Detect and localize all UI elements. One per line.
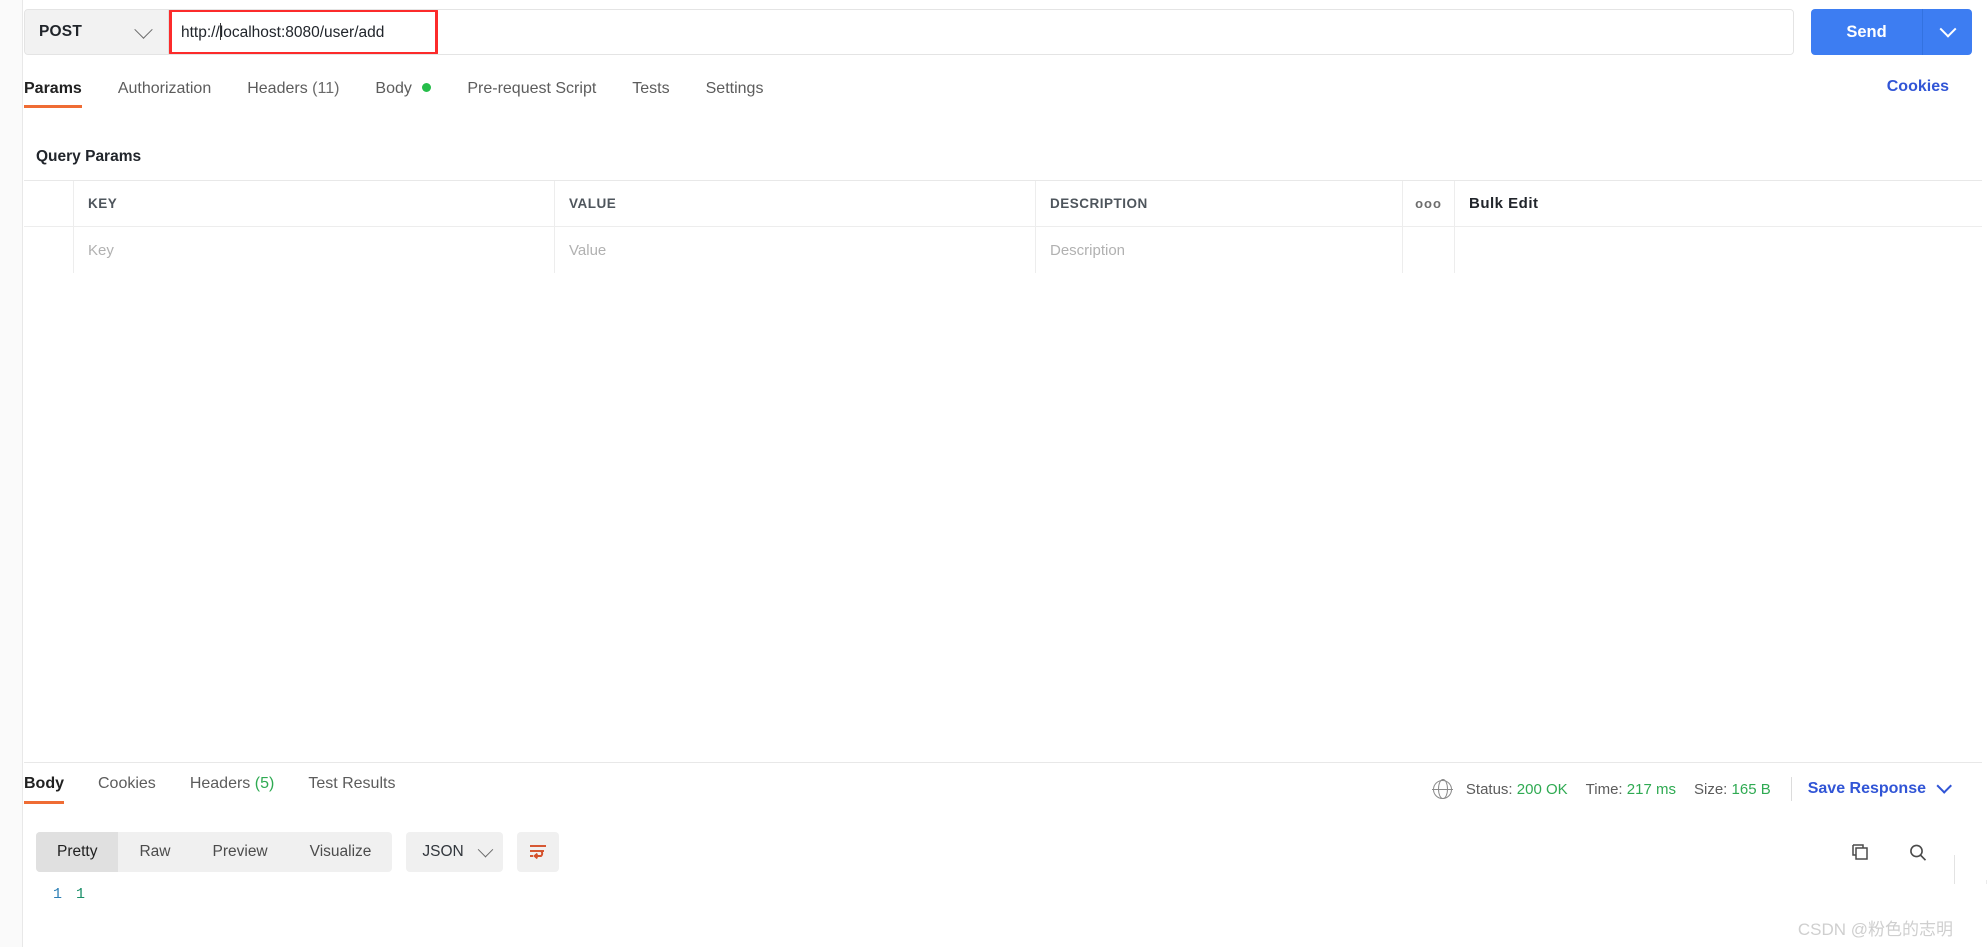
- watermark: CSDN @粉色的志明: [1797, 920, 1953, 939]
- response-tab-test-results[interactable]: Test Results: [308, 775, 395, 804]
- globe-icon: [1432, 778, 1453, 800]
- body-present-dot-icon: [422, 83, 432, 92]
- save-response-button[interactable]: Save Response: [1808, 780, 1926, 798]
- param-value-placeholder: Value: [569, 241, 607, 259]
- tab-params[interactable]: Params: [24, 80, 82, 108]
- table-header-row: KEY VALUE DESCRIPTION ooo Bulk Edit: [24, 181, 1982, 227]
- row-bulk-cell: [1455, 227, 1585, 273]
- tab-body[interactable]: Body: [375, 80, 432, 108]
- view-mode-segmented-control: Pretty Raw Preview Visualize: [36, 832, 393, 872]
- param-value-input[interactable]: Value: [555, 227, 1036, 273]
- http-method-select[interactable]: POST: [25, 10, 169, 54]
- query-params-table: KEY VALUE DESCRIPTION ooo Bulk Edit Key …: [24, 180, 1982, 274]
- url-input[interactable]: http://localhost:8080/user/add: [169, 22, 384, 42]
- search-icon: [1910, 844, 1927, 861]
- main-content: POST http://localhost:8080/user/add Send…: [24, 0, 1987, 947]
- send-button[interactable]: Send: [1811, 9, 1923, 55]
- tab-label: Params: [24, 80, 82, 97]
- query-params-title: Query Params: [36, 148, 142, 165]
- method-url-group: POST http://localhost:8080/user/add: [24, 9, 1794, 55]
- send-options-button[interactable]: [1923, 9, 1972, 55]
- copy-icon: [1852, 844, 1868, 860]
- tab-label: Headers: [189, 775, 251, 792]
- size-label: Size:: [1693, 780, 1728, 798]
- more-options-icon: ooo: [1415, 196, 1442, 211]
- chevron-down-icon: [134, 19, 153, 39]
- tab-label: Cookies: [98, 775, 156, 792]
- param-key-placeholder: Key: [88, 241, 114, 259]
- param-description-input[interactable]: Description: [1036, 227, 1403, 273]
- tab-label: Settings: [705, 80, 764, 97]
- tab-pre-request-script[interactable]: Pre-request Script: [467, 80, 596, 108]
- response-tab-cookies[interactable]: Cookies: [98, 775, 156, 804]
- header-value: VALUE: [555, 181, 1036, 226]
- status-label: Status:: [1465, 780, 1513, 798]
- tab-label: Authorization: [117, 80, 212, 97]
- tab-label: Body: [24, 775, 64, 792]
- word-wrap-icon: [529, 845, 546, 860]
- row-options-cell: [1403, 227, 1455, 273]
- view-mode-raw[interactable]: Raw: [118, 832, 191, 872]
- header-checkbox-cell: [24, 181, 74, 226]
- request-empty-area: [24, 273, 1982, 763]
- left-gutter: [0, 0, 23, 947]
- tab-label: Body: [375, 80, 412, 97]
- postman-window: POST http://localhost:8080/user/add Send…: [0, 0, 1987, 947]
- status-badge: Status: 200 OK: [1466, 781, 1568, 798]
- tab-count: (5): [254, 775, 275, 792]
- view-mode-preview[interactable]: Preview: [192, 832, 289, 872]
- chevron-down-icon: [1939, 20, 1956, 38]
- time-value: 217 ms: [1626, 780, 1676, 798]
- bulk-edit-button[interactable]: Bulk Edit: [1469, 195, 1539, 212]
- response-body-toolbar: Pretty Raw Preview Visualize JSON: [24, 826, 1987, 878]
- tab-label: Headers: [247, 80, 308, 97]
- cookies-link[interactable]: Cookies: [1887, 78, 1949, 96]
- tab-tests[interactable]: Tests: [632, 80, 669, 108]
- time-label: Time:: [1585, 780, 1623, 798]
- line-number: 1: [52, 886, 62, 903]
- size-badge: Size: 165 B: [1694, 781, 1771, 798]
- word-wrap-toggle[interactable]: [516, 832, 559, 872]
- response-format-label: JSON: [422, 843, 464, 860]
- response-tab-body[interactable]: Body: [24, 775, 64, 804]
- response-format-select[interactable]: JSON: [406, 832, 503, 872]
- request-tabs: Params Authorization Headers (11) Body P…: [24, 78, 1987, 122]
- request-url-row: POST http://localhost:8080/user/add Send: [24, 8, 1987, 56]
- tab-label: Tests: [632, 80, 670, 97]
- bulk-edit-cell: Bulk Edit: [1455, 181, 1585, 226]
- param-key-input[interactable]: Key: [74, 227, 555, 273]
- header-description: DESCRIPTION: [1036, 181, 1403, 226]
- response-toolbar-actions: [1819, 838, 1935, 868]
- table-options-button[interactable]: ooo: [1403, 181, 1455, 226]
- copy-button[interactable]: [1843, 838, 1877, 868]
- code-line: 1 1: [24, 884, 1987, 903]
- response-meta-bar: Status: 200 OK Time: 217 ms Size: 165 B …: [1432, 777, 1952, 801]
- url-input-wrapper[interactable]: http://localhost:8080/user/add: [169, 10, 1793, 54]
- tab-label: Test Results: [308, 775, 396, 792]
- tab-count: (11): [312, 80, 340, 97]
- tab-label: Pre-request Script: [467, 80, 597, 97]
- status-value: 200 OK: [1516, 780, 1568, 798]
- row-checkbox-cell[interactable]: [24, 227, 74, 273]
- size-value: 165 B: [1731, 780, 1771, 798]
- response-body-viewer[interactable]: 1 1: [24, 884, 1987, 947]
- table-row: Key Value Description: [24, 227, 1982, 273]
- header-key: KEY: [74, 181, 555, 226]
- send-button-group: Send: [1811, 9, 1972, 55]
- code-content: 1: [76, 886, 86, 903]
- tab-authorization[interactable]: Authorization: [118, 80, 211, 108]
- tab-settings[interactable]: Settings: [706, 80, 764, 108]
- param-description-placeholder: Description: [1050, 241, 1126, 259]
- http-method-label: POST: [39, 23, 83, 40]
- tab-headers[interactable]: Headers (11): [247, 80, 339, 108]
- time-badge: Time: 217 ms: [1586, 781, 1676, 798]
- view-mode-visualize[interactable]: Visualize: [289, 832, 393, 872]
- response-tab-headers[interactable]: Headers (5): [190, 775, 275, 804]
- search-button[interactable]: [1901, 838, 1935, 868]
- chevron-down-icon: [477, 841, 494, 857]
- view-mode-pretty[interactable]: Pretty: [36, 832, 119, 872]
- meta-divider: [1790, 777, 1792, 801]
